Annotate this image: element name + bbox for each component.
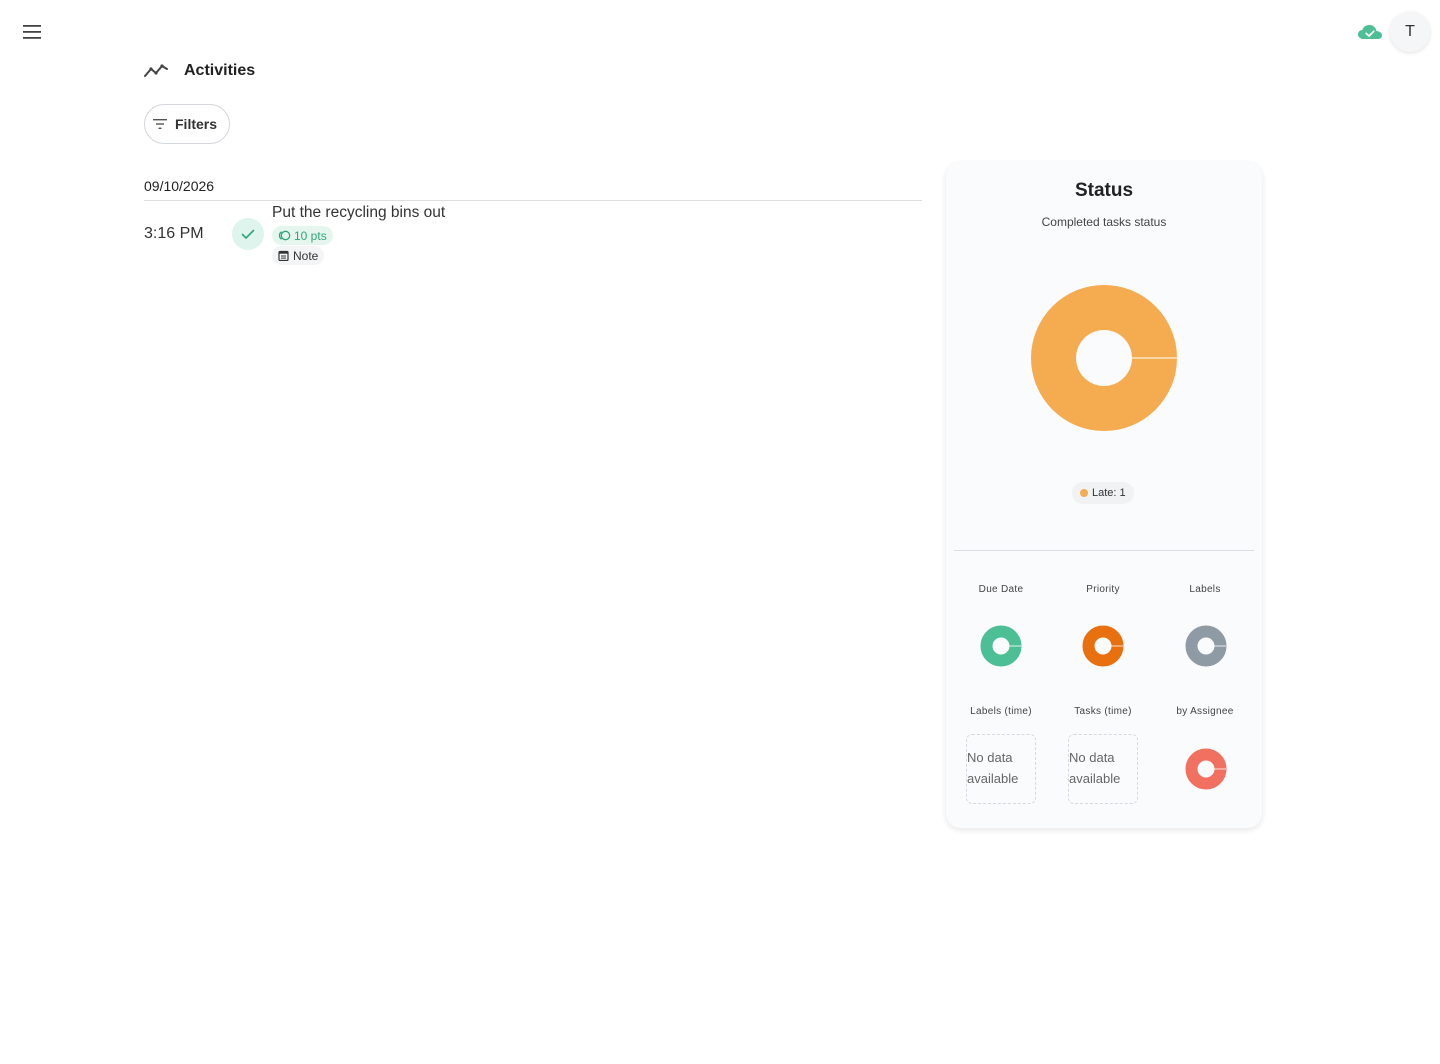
activity-title[interactable]: Put the recycling bins out	[272, 204, 445, 222]
activity-item[interactable]: 3:16 PM Put the recycling bins out 10 pt…	[144, 204, 922, 268]
filters-label: Filters	[175, 116, 218, 132]
priority-donut-chart[interactable]	[1082, 625, 1124, 667]
activity-time: 3:16 PM	[144, 225, 204, 242]
date-group-header: 09/10/2026	[144, 178, 922, 201]
mini-chart-label: Priority	[1086, 584, 1120, 595]
note-label: Note	[293, 248, 319, 263]
filter-lines-icon	[153, 119, 167, 129]
trending-line-icon	[144, 64, 168, 77]
due-date-donut-chart[interactable]	[980, 625, 1022, 667]
points-value: 10 pts	[294, 228, 327, 243]
check-icon	[241, 229, 255, 239]
page-header: Activities	[144, 62, 255, 80]
assignee-donut-chart[interactable]	[1185, 748, 1227, 790]
points-chip: 10 pts	[272, 226, 333, 245]
mini-chart-label: Labels (time)	[970, 706, 1032, 717]
no-data-placeholder: No data available	[966, 734, 1036, 804]
notepad-icon	[278, 250, 289, 261]
mini-chart-label: Due Date	[978, 584, 1024, 595]
status-donut-chart[interactable]	[1030, 284, 1178, 432]
user-avatar[interactable]: T	[1390, 12, 1430, 52]
hamburger-menu-icon	[23, 25, 41, 39]
filters-button[interactable]: Filters	[144, 104, 231, 144]
menu-button[interactable]	[16, 16, 48, 48]
labels-donut-chart[interactable]	[1185, 625, 1227, 667]
completed-status-badge	[232, 218, 264, 250]
legend-label: Late: 1	[1092, 487, 1126, 499]
avatar-initial: T	[1405, 23, 1415, 40]
coin-icon	[278, 230, 291, 241]
note-chip[interactable]: Note	[272, 246, 325, 265]
status-card: Status Completed tasks status Late: 1 Du…	[946, 162, 1262, 828]
status-card-subtitle: Completed tasks status	[1041, 215, 1167, 229]
legend-dot	[1080, 489, 1088, 497]
status-card-title: Status	[1074, 180, 1134, 201]
legend-item-late[interactable]: Late: 1	[1072, 482, 1134, 504]
no-data-placeholder: No data available	[1068, 734, 1138, 804]
mini-chart-label: by Assignee	[1176, 706, 1234, 717]
cloud-check-icon	[1358, 25, 1382, 39]
divider	[954, 550, 1254, 551]
mini-chart-label: Labels	[1189, 584, 1221, 595]
mini-chart-label: Tasks (time)	[1074, 706, 1132, 717]
page-title: Activities	[184, 62, 256, 79]
